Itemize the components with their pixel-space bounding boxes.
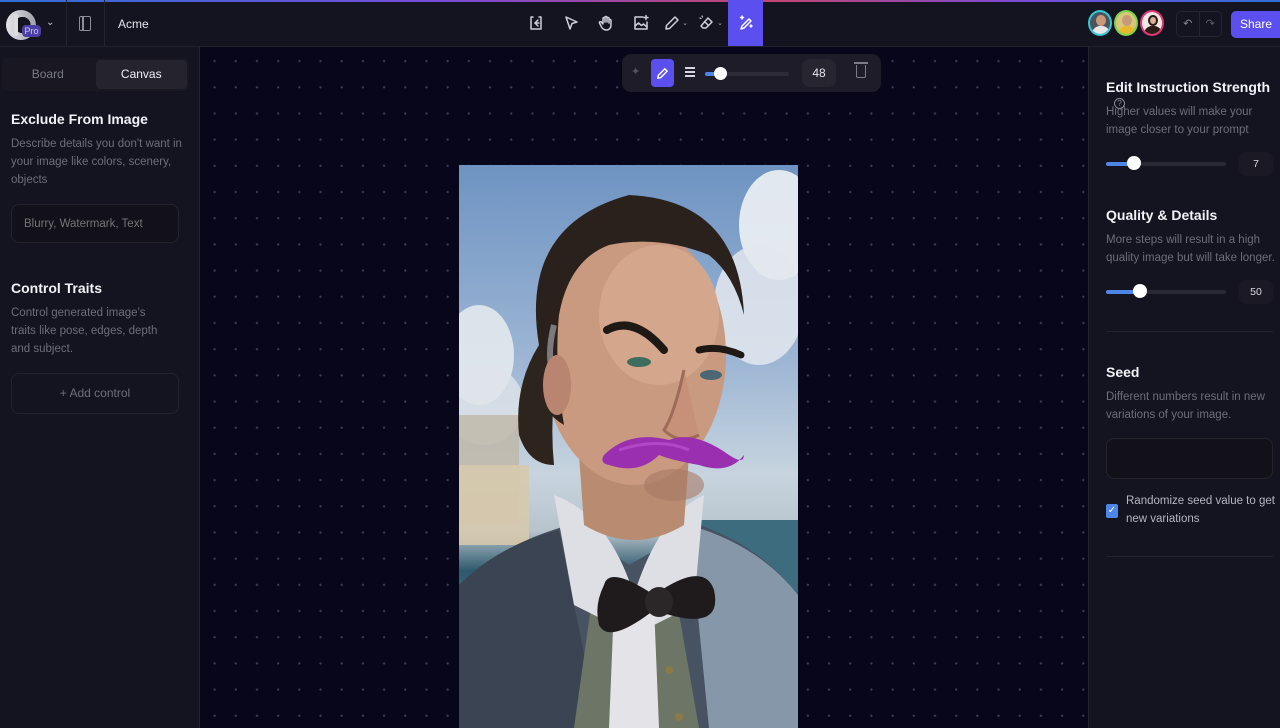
exclude-description: Describe details you don't want in your … <box>11 138 182 186</box>
quality-title: Quality & Details <box>1106 207 1218 223</box>
import-tool-button[interactable] <box>518 0 553 46</box>
seed-title: Seed <box>1106 364 1140 380</box>
avatar[interactable] <box>1140 10 1164 36</box>
hand-icon <box>598 15 612 31</box>
slider-handle[interactable] <box>1132 284 1147 298</box>
app-window: Pro ⌄ Acme ⌄ ⌄ ↶ ↷ Share Board Canvas Ex… <box>0 0 1280 728</box>
chevron-down-icon[interactable]: ⌄ <box>46 17 54 28</box>
trash-icon[interactable] <box>854 62 868 78</box>
select-tool-button[interactable] <box>553 0 588 46</box>
slider-handle[interactable] <box>1126 156 1141 170</box>
import-icon <box>529 16 542 30</box>
select-icon <box>564 16 578 30</box>
tab-board[interactable]: Board <box>2 58 94 91</box>
view-tabs: Board Canvas <box>2 58 189 91</box>
left-sidebar: Board Canvas Exclude From Image Describe… <box>0 47 200 728</box>
eraser-tool-button[interactable]: ⌄ <box>693 0 728 46</box>
quality-value[interactable]: 50 <box>1239 280 1273 304</box>
control-traits-title: Control Traits <box>11 280 103 296</box>
seed-description: Different numbers result in new variatio… <box>1106 391 1265 421</box>
quality-description: More steps will result in a high quality… <box>1106 234 1275 264</box>
strength-description: Higher values will make your image close… <box>1106 106 1253 136</box>
avatar-body <box>1144 26 1162 34</box>
toggle-sidebar-icon[interactable] <box>79 16 91 31</box>
hand-tool-button[interactable] <box>588 0 623 46</box>
avatar-body <box>1118 26 1136 34</box>
project-title[interactable]: Acme <box>118 17 149 31</box>
brush-size-slider[interactable] <box>705 67 789 80</box>
pencil-icon <box>665 16 679 30</box>
quality-slider[interactable] <box>1106 284 1226 298</box>
tool-bar: ⌄ ⌄ <box>518 0 763 46</box>
tab-canvas[interactable]: Canvas <box>95 60 187 89</box>
slider-handle[interactable] <box>714 67 728 80</box>
avatar-face <box>1096 15 1106 26</box>
right-sidebar: Edit Instruction Strength? Higher values… <box>1088 47 1280 728</box>
pencil-icon <box>656 67 669 79</box>
add-control-button[interactable]: + Add control <box>11 373 179 414</box>
strength-value[interactable]: 7 <box>1239 152 1273 176</box>
undo-icon[interactable]: ↶ <box>1177 12 1200 36</box>
redo-icon[interactable]: ↷ <box>1200 12 1222 36</box>
top-bar: Pro ⌄ Acme ⌄ ⌄ ↶ ↷ Share <box>0 0 1280 47</box>
pencil-tool-button[interactable]: ⌄ <box>658 0 693 46</box>
randomize-seed-checkbox[interactable]: ✓ <box>1106 504 1118 518</box>
generate-image-tool-button[interactable] <box>623 0 658 46</box>
undo-redo-group: ↶ ↷ <box>1176 11 1222 37</box>
brush-size-value[interactable]: 48 <box>802 59 836 87</box>
canvas-image[interactable] <box>459 165 798 728</box>
randomize-seed-label[interactable]: Randomize seed value to get new variatio… <box>1126 492 1276 528</box>
strength-title-text: Edit Instruction Strength <box>1106 79 1271 95</box>
avatar[interactable] <box>1114 10 1138 36</box>
share-button[interactable]: Share <box>1231 11 1280 38</box>
collaborator-avatars <box>1088 10 1164 36</box>
exclude-title: Exclude From Image <box>11 111 148 127</box>
eraser-icon <box>699 15 713 29</box>
portrait-illustration <box>459 170 798 728</box>
canvas-area[interactable]: ✦ 48 <box>201 47 1087 728</box>
magic-pen-icon <box>739 15 753 30</box>
ai-image-icon <box>633 14 649 30</box>
seed-input[interactable] <box>1106 438 1273 479</box>
exclude-input[interactable] <box>11 204 179 243</box>
avatar[interactable] <box>1088 10 1112 36</box>
divider <box>66 0 67 46</box>
avatar-face <box>1122 15 1132 26</box>
chevron-down-icon: ⌄ <box>717 20 723 27</box>
magic-brush-tool-button[interactable] <box>728 0 763 46</box>
brush-toolbar: ✦ 48 <box>622 54 881 92</box>
avatar-body <box>1092 26 1110 34</box>
chevron-down-icon: ⌄ <box>682 20 688 27</box>
divider <box>1106 556 1273 557</box>
pro-badge: Pro <box>22 25 41 37</box>
sparkle-icon[interactable]: ✦ <box>631 65 640 78</box>
strength-slider[interactable] <box>1106 156 1226 170</box>
divider <box>1106 331 1273 332</box>
control-traits-description: Control generated image's traits like po… <box>11 307 158 355</box>
avatar-face <box>1148 15 1158 26</box>
brush-button[interactable] <box>651 59 674 87</box>
brush-size-icon <box>685 67 695 77</box>
divider <box>104 0 105 46</box>
